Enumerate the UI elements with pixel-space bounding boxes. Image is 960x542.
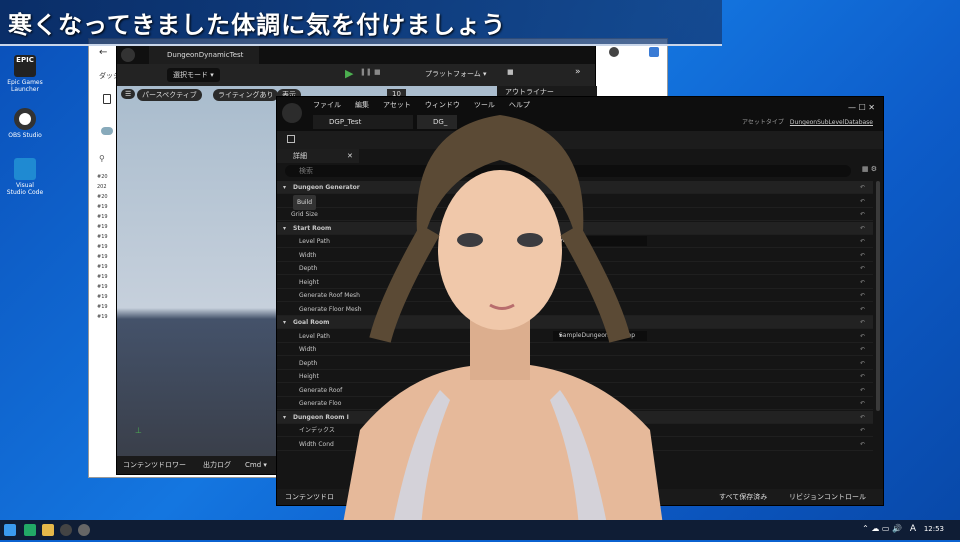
content-drawer-button[interactable]: コンテンツドロ	[285, 489, 334, 505]
search-icon[interactable]: ⚲	[99, 154, 105, 163]
reset-icon[interactable]: ↶	[860, 249, 865, 262]
ime-indicator[interactable]: A	[910, 524, 916, 534]
desktop-icon-label: OBS Studio	[8, 132, 42, 139]
caption-banner: 寒くなってきました体調に気を付けましょう	[0, 0, 722, 46]
property-label: Width	[299, 251, 317, 259]
epic-games-icon: EPIC	[14, 55, 36, 77]
reset-icon[interactable]: ↶	[860, 235, 865, 248]
property-label: Width	[299, 346, 317, 353]
obs-icon	[14, 108, 36, 130]
property-label: Level Path	[299, 332, 330, 340]
reset-icon[interactable]: ↶	[860, 289, 865, 302]
desktop-icon-obs[interactable]: OBS Studio	[6, 108, 44, 139]
reset-icon[interactable]: ↶	[860, 424, 865, 437]
scrollbar[interactable]	[876, 181, 880, 411]
unreal-logo-icon	[282, 103, 302, 123]
property-label: Level Path	[299, 238, 330, 245]
property-label: Depth	[299, 359, 318, 367]
output-log-button[interactable]: 出力ログ	[203, 456, 231, 474]
avatar-character-illustration	[330, 100, 670, 540]
expand-icon[interactable]: ▾	[283, 411, 286, 424]
reset-icon[interactable]: ↶	[860, 438, 865, 451]
reset-icon[interactable]: ↶	[860, 384, 865, 397]
vscode-icon	[14, 158, 36, 180]
lighting-button[interactable]: ライティングあり	[213, 89, 279, 101]
desktop-icon-label: Epic Games Launcher	[7, 79, 43, 93]
reset-icon[interactable]: ↶	[860, 262, 865, 275]
windows-start-icon[interactable]	[4, 524, 16, 536]
save-icon[interactable]	[287, 135, 295, 143]
back-arrow-icon[interactable]: ←	[99, 47, 107, 58]
property-label: Grid Size	[291, 211, 318, 218]
reset-icon[interactable]: ↶	[860, 222, 865, 235]
extension-icon[interactable]	[649, 47, 659, 57]
stop-icon[interactable]: ■	[374, 68, 381, 76]
property-label: Height	[299, 278, 319, 286]
reset-icon[interactable]: ↶	[860, 357, 865, 370]
reset-icon[interactable]: ↶	[860, 316, 865, 329]
property-label: Height	[299, 373, 319, 380]
reset-icon[interactable]: ↶	[860, 208, 865, 221]
cmd-input[interactable]: Cmd ▾	[245, 456, 267, 474]
reset-icon[interactable]: ↶	[860, 276, 865, 289]
clipboard-icon	[103, 94, 111, 104]
reset-icon[interactable]: ↶	[860, 330, 865, 343]
revision-control-button[interactable]: リビジョンコントロール	[789, 489, 866, 505]
save-status: すべて保存済み	[719, 493, 768, 501]
level-tab[interactable]: DungeonDynamicTest	[149, 46, 259, 64]
cloud-icon	[101, 127, 113, 135]
overflow-icon[interactable]: »	[575, 67, 581, 77]
obs-taskbar-icon[interactable]	[78, 524, 90, 536]
axis-gizmo-icon: ⊥	[135, 426, 142, 435]
viewport-options-icon[interactable]: ☰	[121, 89, 136, 99]
avatar[interactable]	[609, 47, 619, 57]
expand-icon[interactable]: ▾	[283, 222, 286, 235]
asset-type: アセットタイプ DungeonSubLevelDatabase	[742, 119, 873, 126]
unreal-logo-icon	[121, 48, 135, 62]
reset-icon[interactable]: ↶	[860, 397, 865, 410]
desktop-icon-epic[interactable]: EPIC Epic Games Launcher	[6, 55, 44, 93]
expand-icon[interactable]: ▾	[283, 181, 286, 194]
pause-icon[interactable]: ❚❚	[360, 68, 372, 76]
content-drawer-button[interactable]: コンテンツドロワー	[123, 456, 186, 474]
caption-text: 寒くなってきました体調に気を付けましょう	[8, 11, 507, 39]
edge-icon[interactable]	[24, 524, 36, 536]
property-label: Width Cond	[299, 440, 334, 448]
grid-view-icon[interactable]: ▦ ⚙	[862, 165, 877, 173]
explorer-icon[interactable]	[42, 524, 54, 536]
clock[interactable]: 12:53	[924, 525, 944, 533]
desktop-icon-vscode[interactable]: Visual Studio Code	[6, 158, 44, 196]
taskbar: 12:53 A ⌃ ☁ ▭ 🔊	[0, 520, 960, 540]
selection-mode-dropdown[interactable]: 選択モード ▾	[167, 68, 220, 82]
section-label: Start Room	[293, 224, 332, 232]
section-label: Goal Room	[293, 319, 330, 326]
settings-icon[interactable]: ■	[507, 68, 514, 76]
reset-icon[interactable]: ↶	[860, 343, 865, 356]
unreal-taskbar-icon[interactable]	[60, 524, 72, 536]
reset-icon[interactable]: ↶	[860, 370, 865, 383]
platform-dropdown[interactable]: プラットフォーム ▾	[425, 69, 487, 79]
window-controls[interactable]: — ☐ ✕	[848, 103, 875, 112]
reset-icon[interactable]: ↶	[860, 411, 865, 424]
reset-icon[interactable]: ↶	[860, 181, 865, 194]
system-tray-icons[interactable]: ⌃ ☁ ▭ 🔊	[862, 524, 902, 533]
desktop-icon-label: Visual Studio Code	[6, 182, 44, 196]
play-icon[interactable]: ▶	[345, 67, 353, 80]
reset-icon[interactable]: ↶	[860, 303, 865, 316]
reset-icon[interactable]: ↶	[860, 195, 865, 208]
expand-icon[interactable]: ▾	[283, 316, 286, 329]
perspective-button[interactable]: パースペクティブ	[137, 89, 202, 101]
property-label: Depth	[299, 265, 318, 272]
